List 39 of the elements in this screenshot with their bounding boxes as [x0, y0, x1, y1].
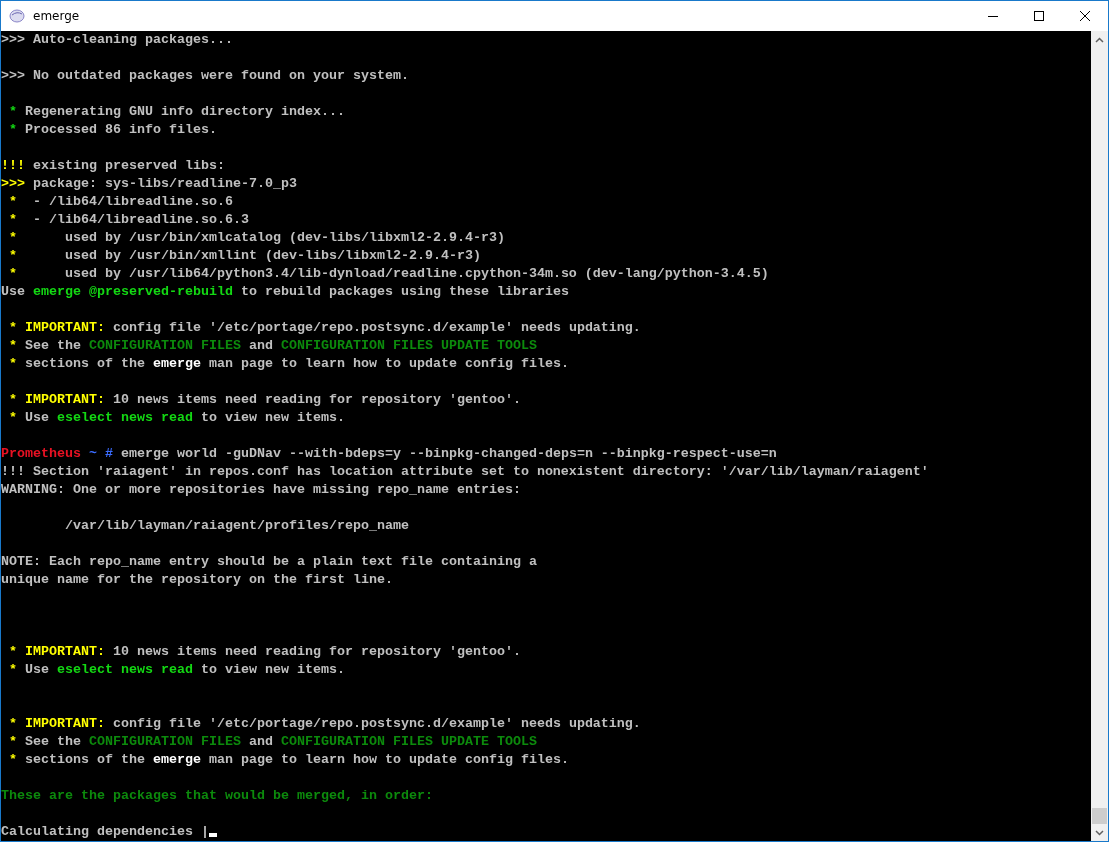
- maximize-icon: [1034, 11, 1044, 21]
- terminal-line: * Use eselect news read to view new items.: [8, 410, 345, 425]
- terminal-line: * Processed 86 info files.: [8, 122, 217, 137]
- terminal-line: * - /lib64/libreadline.so.6.3: [8, 212, 249, 227]
- text-cursor: [208, 833, 217, 837]
- terminal-line: WARNING: One or more repositories have missing repo_name entries:: [1, 482, 521, 497]
- terminal-line: /var/lib/layman/raiagent/profiles/repo_name: [64, 518, 409, 533]
- terminal-line: * used by /usr/bin/xmllint (dev-libs/libxml2-2.9.4-r3): [8, 248, 481, 263]
- terminal-line: >>> package: sys-libs/readline-7.0_p3: [1, 176, 297, 191]
- terminal-line: These are the packages that would be merged, in order:: [1, 788, 433, 803]
- terminal-line: >>> Auto-cleaning packages...: [1, 32, 233, 47]
- window-title: emerge: [33, 8, 80, 25]
- terminal-line: * sections of the emerge man page to learn how to update config files.: [8, 752, 569, 767]
- terminal-line: * See the CONFIGURATION FILES and CONFIGURATION FILES UPDATE TOOLS: [8, 734, 537, 749]
- terminal-line: * - /lib64/libreadline.so.6: [8, 194, 233, 209]
- terminal-line: * See the CONFIGURATION FILES and CONFIGURATION FILES UPDATE TOOLS: [8, 338, 537, 353]
- terminal-line: * used by /usr/bin/xmlcatalog (dev-libs/libxml2-2.9.4-r3): [8, 230, 505, 245]
- terminal-line: !!! Section 'raiagent' in repos.conf has location attribute set to nonexistent directory: '/var/lib/layman/raiagent': [1, 464, 929, 479]
- close-icon: [1080, 11, 1090, 21]
- terminal-line: Use emerge @preserved-rebuild to rebuild packages using these libraries: [1, 284, 569, 299]
- progress-line: Calculating dependencies |: [1, 824, 209, 839]
- terminal-line: * IMPORTANT: config file '/etc/portage/repo.postsync.d/example' needs updating.: [8, 320, 641, 335]
- scrollbar[interactable]: [1091, 31, 1108, 841]
- terminal-line: * Use eselect news read to view new items.: [8, 662, 345, 677]
- terminal-line: * IMPORTANT: 10 news items need reading for repository 'gentoo'.: [8, 392, 521, 407]
- terminal-line: unique name for the repository on the first line.: [1, 572, 393, 587]
- terminal-line: Prometheus ~ # emerge world -guDNav --with-bdeps=y --binpkg-changed-deps=n --binpkg-respect-use=n: [1, 446, 777, 461]
- terminal-line: !!! existing preserved libs:: [1, 158, 225, 173]
- terminal-line: * sections of the emerge man page to learn how to update config files.: [8, 356, 569, 371]
- terminal-line: * used by /usr/lib64/python3.4/lib-dynload/readline.cpython-34m.so (dev-lang/python-3.4.5): [8, 266, 769, 281]
- app-icon: [9, 9, 25, 23]
- terminal-line: * Regenerating GNU info directory index...: [8, 104, 345, 119]
- terminal-line: * IMPORTANT: 10 news items need reading for repository 'gentoo'.: [8, 644, 521, 659]
- terminal-line: >>> No outdated packages were found on your system.: [1, 68, 409, 83]
- terminal-line: * IMPORTANT: config file '/etc/portage/repo.postsync.d/example' needs updating.: [8, 716, 641, 731]
- terminal-line: NOTE: Each repo_name entry should be a plain text file containing a: [1, 554, 537, 569]
- caret-down-icon: [1095, 829, 1104, 836]
- scroll-thumb[interactable]: [1092, 808, 1107, 824]
- caret-up-icon: [1095, 36, 1104, 43]
